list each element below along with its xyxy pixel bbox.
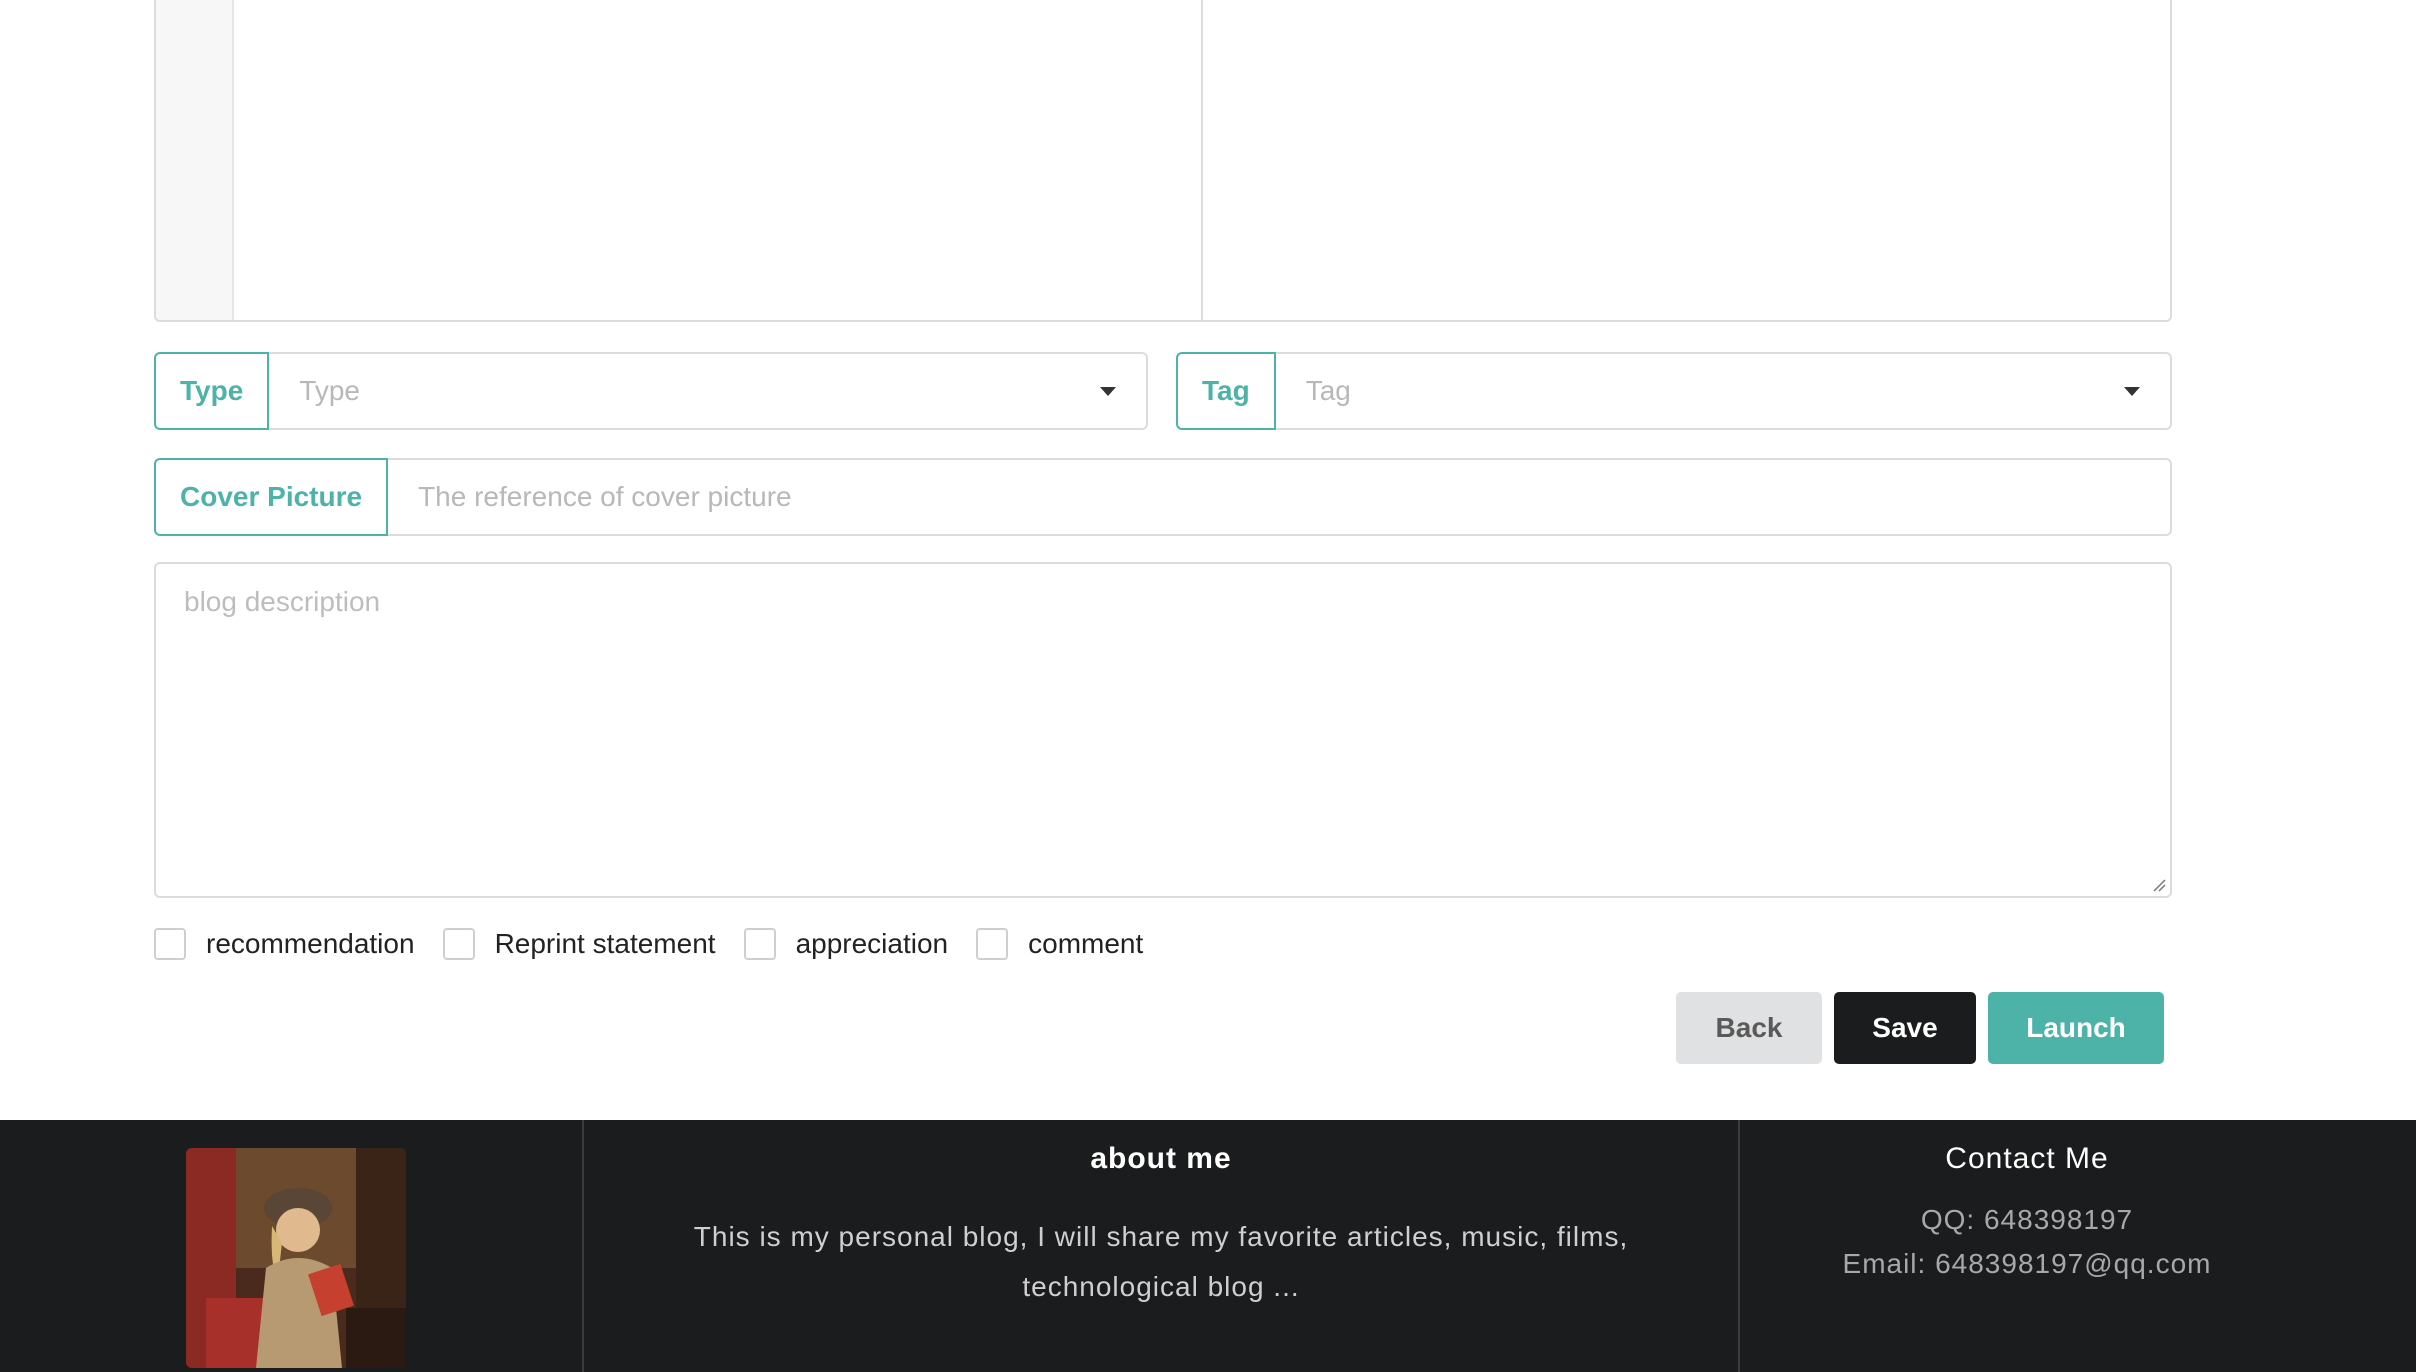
cover-picture-field: Cover Picture The reference of cover pic…	[154, 458, 2172, 536]
about-me-title: about me	[1090, 1142, 1232, 1175]
checkbox-recommendation[interactable]: recommendation	[154, 928, 415, 960]
checkbox-comment[interactable]: comment	[976, 928, 1143, 960]
avatar-photo-image	[186, 1148, 406, 1368]
checkbox-label: comment	[1028, 928, 1144, 959]
footer: about me This is my personal blog, I wil…	[0, 1120, 2416, 1372]
checkbox-reprint-statement[interactable]: Reprint statement	[442, 928, 716, 960]
blog-editor-page: Type Type Tag Tag Cover Picture The refe…	[0, 0, 2416, 1372]
back-button[interactable]: Back	[1676, 992, 1822, 1064]
resize-handle-icon[interactable]	[2150, 876, 2166, 892]
about-me-text: This is my personal blog, I will share m…	[693, 1221, 1629, 1302]
type-placeholder: Type	[299, 375, 360, 406]
checkbox-label: recommendation	[206, 928, 415, 959]
checkbox-box[interactable]	[154, 928, 186, 960]
checkbox-label: Reprint statement	[494, 928, 716, 959]
tag-field: Tag Tag	[1176, 352, 2172, 430]
options-checkboxes: recommendation Reprint statement appreci…	[154, 928, 1171, 960]
editor-input-pane[interactable]	[234, 0, 1203, 320]
contact-email: Email: 648398197@qq.com	[1842, 1248, 2212, 1279]
cover-picture-placeholder: The reference of cover picture	[418, 481, 792, 512]
checkbox-box[interactable]	[976, 928, 1009, 960]
tag-label: Tag	[1176, 352, 1276, 430]
dropdown-caret-icon	[2124, 386, 2140, 396]
checkbox-box[interactable]	[442, 928, 475, 960]
launch-button[interactable]: Launch	[1988, 992, 2164, 1064]
contact-me-title: Contact Me	[1945, 1142, 2109, 1175]
type-field: Type Type	[154, 352, 1148, 430]
editor-line-gutter	[156, 0, 234, 320]
checkbox-label: appreciation	[795, 928, 949, 959]
avatar	[186, 1148, 406, 1368]
blog-description-textarea[interactable]: blog description	[154, 562, 2172, 898]
checkbox-appreciation[interactable]: appreciation	[743, 928, 949, 960]
tag-dropdown[interactable]: Tag	[1275, 352, 2172, 430]
markdown-editor[interactable]	[154, 0, 2172, 322]
blog-description-placeholder: blog description	[184, 586, 381, 617]
dropdown-caret-icon	[1100, 386, 1116, 396]
cover-picture-label: Cover Picture	[154, 458, 389, 536]
cover-picture-input[interactable]: The reference of cover picture	[388, 458, 2172, 536]
save-button[interactable]: Save	[1834, 992, 1976, 1064]
type-dropdown[interactable]: Type	[269, 352, 1148, 430]
editor-preview-pane	[1203, 0, 2170, 320]
contact-qq: QQ: 648398197	[1920, 1204, 2134, 1235]
checkbox-box[interactable]	[743, 928, 776, 960]
type-label: Type	[154, 352, 270, 430]
tag-placeholder: Tag	[1305, 375, 1351, 406]
